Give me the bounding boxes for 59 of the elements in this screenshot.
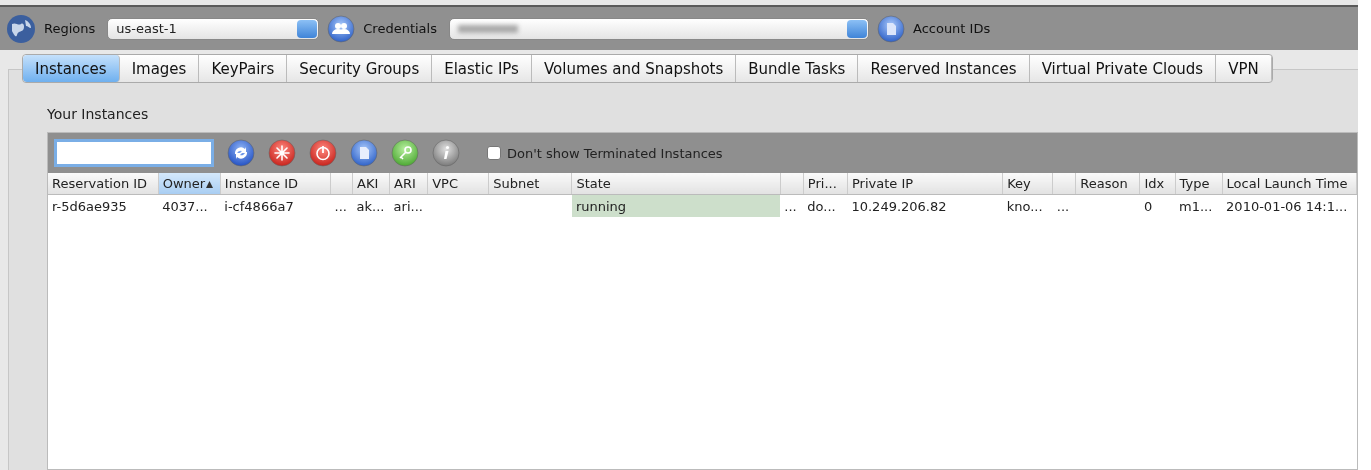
table-cell: m1... [1175,194,1223,217]
tab[interactable]: Elastic IPs [432,55,532,82]
account-ids-label: Account IDs [912,21,991,36]
column-header[interactable]: Local Launch Time [1222,173,1357,195]
tab[interactable]: Volumes and Snapshots [531,55,737,82]
tab[interactable]: Images [119,55,200,82]
tab[interactable]: Instances [23,55,120,82]
tab[interactable]: VPN [1216,55,1272,82]
tab[interactable]: Virtual Private Clouds [1029,55,1217,82]
table-cell: ... [1052,194,1076,217]
table-cell: running [571,194,781,217]
section-title: Your Instances [47,106,150,122]
checkbox[interactable] [487,146,501,160]
column-header[interactable]: Type [1175,173,1223,195]
refresh-icon[interactable] [227,139,255,167]
column-header[interactable]: Idx [1139,173,1175,195]
tab[interactable]: KeyPairs [199,55,288,82]
document-icon[interactable] [350,139,378,167]
table-cell: 10.249.206.82 [847,194,1003,217]
people-icon[interactable] [327,14,356,43]
table-cell: ... [330,194,353,217]
column-header[interactable]: State [571,173,781,195]
table-cell: kno... [1002,194,1053,217]
tab[interactable]: Bundle Tasks [736,55,859,82]
asterisk-icon[interactable] [268,139,296,167]
power-icon[interactable] [309,139,337,167]
column-header[interactable]: Reason [1075,173,1140,195]
checkbox-label: Don't show Terminated Instances [507,145,723,161]
table-cell: do... [803,194,848,217]
table-cell: 2010-01-06 14:1... [1222,194,1357,217]
table-cell: 4037... [158,194,221,217]
table-cell: ari... [389,194,428,217]
column-header[interactable]: Pri... [803,173,848,195]
column-header[interactable]: Instance ID [220,173,331,195]
table-cell: 0 [1139,194,1175,217]
column-header[interactable]: AKI [352,173,390,195]
globe-icon [6,13,36,44]
column-header[interactable]: Private IP [847,173,1003,195]
key-icon[interactable] [391,139,419,167]
table-cell: r-5d6ae935 [48,194,159,217]
table-cell: ak... [352,194,390,217]
column-header[interactable]: VPC [427,173,489,195]
table-cell: i-cf4866a7 [220,194,331,217]
column-header[interactable]: Key [1002,173,1053,195]
column-header[interactable]: Reservation ID [48,173,159,195]
search-field[interactable] [54,139,214,167]
credentials-label: Credentials [363,21,437,36]
regions-label: Regions [44,21,96,36]
credentials-dropdown[interactable] [448,17,869,40]
column-header[interactable]: Owner [158,173,221,195]
document-icon[interactable] [876,14,905,43]
tab[interactable]: Security Groups [287,55,433,82]
table-cell: ... [780,194,804,217]
column-header[interactable]: ARI [389,173,428,195]
column-header[interactable]: Subnet [488,173,572,195]
sort-arrow-icon [206,181,214,188]
tab[interactable]: Reserved Instances [858,55,1030,82]
info-icon[interactable] [432,139,460,167]
regions-dropdown[interactable]: us-east-1 [107,17,320,40]
